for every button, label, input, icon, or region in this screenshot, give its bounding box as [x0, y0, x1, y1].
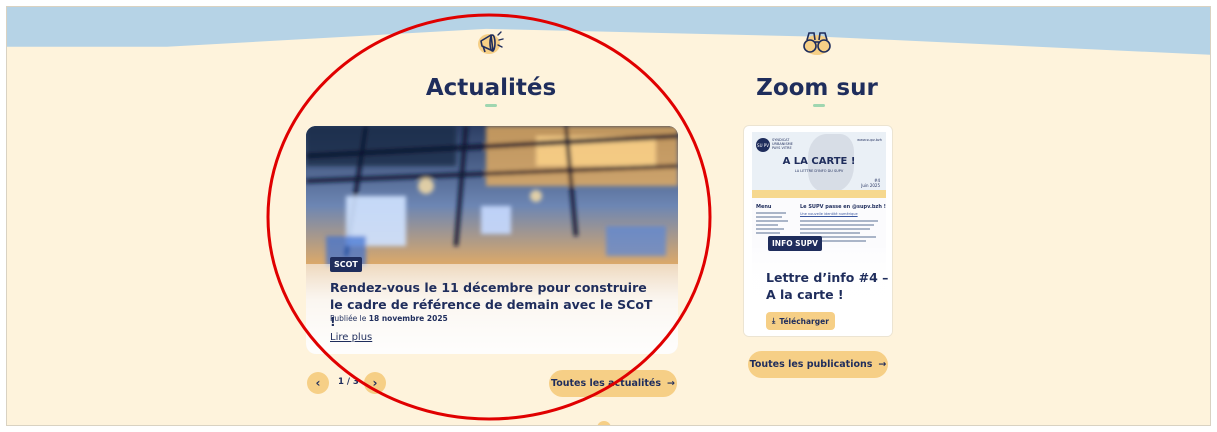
arrow-right-icon: → [667, 378, 675, 389]
megaphone-icon [473, 27, 507, 61]
next-button[interactable]: › [364, 372, 386, 394]
news-heading-underline [485, 104, 497, 107]
all-news-button[interactable]: Toutes les actualités → [549, 370, 677, 397]
publication-tag[interactable]: INFO SUPV [768, 236, 822, 251]
thumbnail-subline: LA LETTRE D'INFO DU SUPV [794, 169, 844, 173]
binoculars-icon [800, 29, 834, 61]
publication-card[interactable]: SU PV SYNDICAT URBANISME PAYS VITRE www.… [743, 125, 893, 337]
thumbnail-article-title: Le SUPV passe en @supv.bzh ! [800, 204, 886, 210]
arrow-right-icon: → [878, 359, 887, 370]
thumbnail-headline: A LA CARTE ! [782, 156, 856, 167]
prev-button[interactable]: ‹ [307, 372, 329, 394]
thumbnail-issue: #4 Juin 2025 [861, 178, 880, 188]
thumbnail-issue-date: Juin 2025 [861, 183, 880, 188]
news-date-value: 18 novembre 2025 [368, 314, 448, 323]
news-category-tag[interactable]: SCOT [330, 257, 362, 272]
page-frame: Actualités Zoom sur SCOT Rendez-vous le … [6, 6, 1211, 426]
thumbnail-band [752, 190, 886, 198]
download-label: Télécharger [779, 316, 829, 326]
chevron-left-icon: ‹ [315, 376, 321, 390]
news-card[interactable]: SCOT Rendez-vous le 11 décembre pour con… [306, 126, 678, 354]
zoom-heading: Zoom sur [756, 75, 878, 101]
thumbnail-url: www.supv.bzh [857, 138, 882, 142]
thumbnail-menu: Menu [756, 204, 772, 210]
download-button[interactable]: ⤓ Télécharger [766, 312, 835, 330]
thumbnail-org: SYNDICAT URBANISME PAYS VITRE [772, 138, 793, 150]
all-publications-label: Toutes les publications [749, 359, 873, 370]
news-date-prefix: Publiée le [330, 314, 367, 323]
all-news-label: Toutes les actualités [551, 378, 662, 389]
thumbnail-logo: SU PV [756, 138, 770, 152]
all-publications-button[interactable]: Toutes les publications → [748, 351, 888, 378]
download-icon: ⤓ [772, 316, 776, 325]
thumbnail-sidebar-lines [756, 212, 790, 236]
chevron-right-icon: › [372, 376, 378, 390]
thumbnail-article-sub: Une nouvelle identité numérique [800, 212, 858, 216]
publication-title[interactable]: Lettre d’info #4 – A la carte ! [766, 269, 890, 303]
read-more-link[interactable]: Lire plus [330, 332, 372, 343]
zoom-heading-underline [813, 104, 825, 107]
news-date: Publiée le 18 novembre 2025 [330, 314, 448, 323]
news-heading: Actualités [425, 75, 557, 101]
pager-indicator: 1 / 3 [338, 377, 359, 387]
